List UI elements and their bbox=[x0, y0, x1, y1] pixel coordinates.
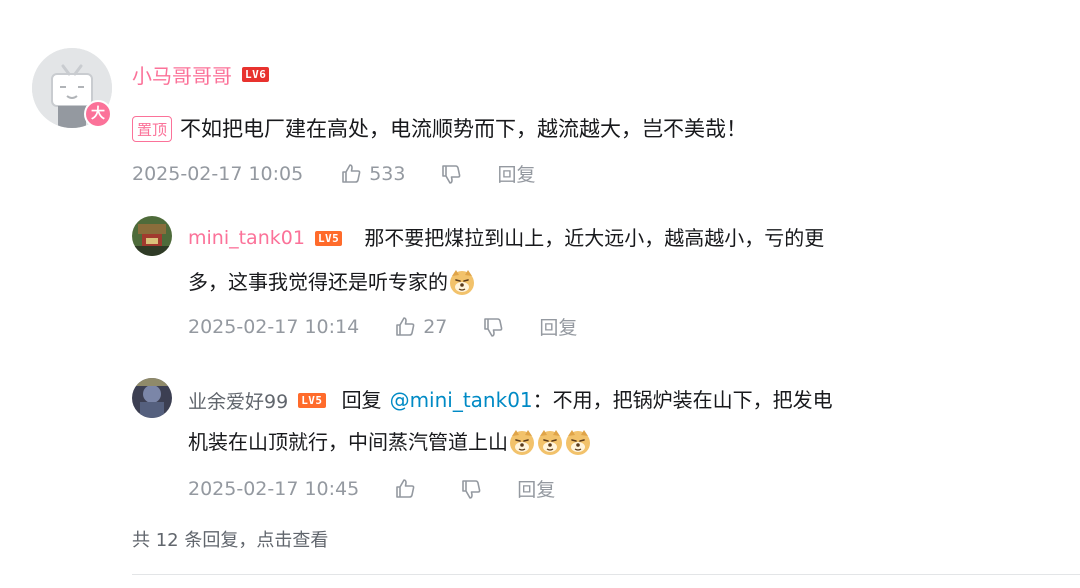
reply-button[interactable]: 回复 bbox=[497, 160, 535, 187]
like-icon bbox=[342, 163, 361, 183]
reply-button[interactable]: 回复 bbox=[539, 313, 577, 340]
dislike-button[interactable] bbox=[459, 477, 483, 501]
dislike-icon bbox=[484, 317, 503, 337]
reply-username[interactable]: mini_tank01 bbox=[188, 227, 305, 249]
reply-text-line2: 机装在山顶就行，中间蒸汽管道上山 bbox=[188, 430, 508, 454]
main-comment-text: 不如把电厂建在高处，电流顺势而下，越流越大，岂不美哉！ bbox=[180, 117, 748, 141]
avatar-image bbox=[132, 378, 172, 418]
reply-user-avatar[interactable] bbox=[132, 216, 172, 256]
dislike-button[interactable] bbox=[481, 315, 505, 339]
dislike-icon bbox=[462, 479, 481, 499]
reply-time: 2025-02-17 10:45 bbox=[188, 477, 360, 500]
mention-link[interactable]: @mini_tank01 bbox=[390, 383, 533, 417]
avatar-image bbox=[132, 216, 172, 256]
reply-time: 2025-02-17 10:14 bbox=[188, 315, 360, 338]
level-badge: LV5 bbox=[314, 230, 343, 246]
view-more-replies-link[interactable]: 共 12 条回复，点击查看 bbox=[132, 526, 328, 552]
reply-text-line2: 多，这事我觉得还是听专家的 bbox=[188, 270, 448, 294]
reply-user-avatar[interactable] bbox=[132, 378, 172, 418]
level-badge: LV5 bbox=[298, 392, 326, 408]
like-count: 533 bbox=[369, 162, 406, 185]
like-icon bbox=[396, 316, 415, 336]
reply-username[interactable]: 业余爱好99 bbox=[188, 387, 288, 414]
doge-emoji-icon bbox=[566, 430, 590, 455]
like-button[interactable] bbox=[393, 477, 417, 501]
like-button[interactable]: 27 bbox=[393, 315, 447, 339]
reply-text-line1: 那不要把煤拉到山上，近大远小，越高越小，亏的更 bbox=[364, 226, 825, 250]
dislike-icon bbox=[442, 164, 461, 184]
divider bbox=[132, 574, 1080, 575]
pinned-tag: 置顶 bbox=[132, 116, 173, 142]
like-button[interactable]: 533 bbox=[339, 162, 405, 186]
doge-emoji-icon bbox=[538, 430, 562, 455]
like-icon bbox=[396, 478, 415, 498]
reply-button[interactable]: 回复 bbox=[517, 475, 555, 502]
like-count: 27 bbox=[423, 315, 448, 338]
dislike-button[interactable] bbox=[439, 162, 463, 186]
user-badge: 大 bbox=[84, 100, 112, 128]
level-badge: LV6 bbox=[242, 67, 270, 82]
reply-text-line1: ：不用，把锅炉装在山下，把发电 bbox=[532, 388, 833, 412]
comment-time: 2025-02-17 10:05 bbox=[132, 162, 304, 185]
doge-emoji-icon bbox=[510, 430, 534, 455]
doge-emoji-icon bbox=[450, 270, 474, 295]
reply-prefix: 回复 bbox=[341, 388, 382, 412]
main-username[interactable]: 小马哥哥哥 bbox=[132, 60, 232, 89]
